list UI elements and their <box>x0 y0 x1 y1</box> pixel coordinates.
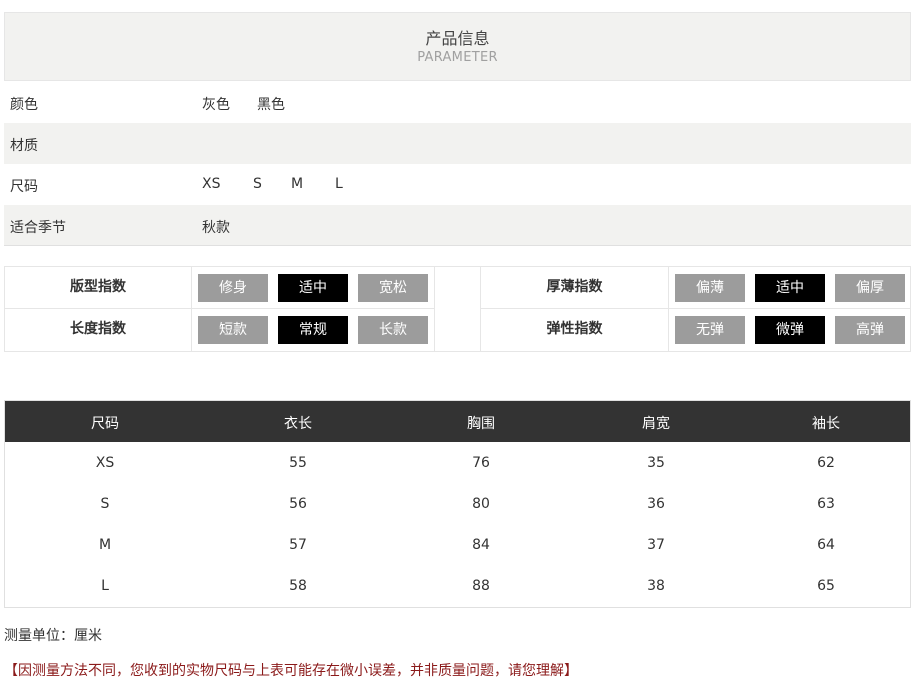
params-header: 产品信息 PARAMETER <box>4 12 911 81</box>
table-cell: 38 <box>647 578 665 594</box>
header-subtitle: PARAMETER <box>417 50 498 65</box>
table-cell: 62 <box>817 455 835 471</box>
divider <box>4 245 911 246</box>
info-values: 秋款 <box>202 217 230 237</box>
index-label: 厚薄指数 <box>480 266 669 309</box>
table-cell: M <box>98 537 112 553</box>
info-label: 适合季节 <box>10 220 66 236</box>
info-label: 尺码 <box>10 179 38 195</box>
info-label: 颜色 <box>10 97 38 113</box>
table-cell: 36 <box>647 496 665 512</box>
info-label: 材质 <box>10 138 38 154</box>
fit-indices-table: 版型指数 长度指数 修身 适中 宽松 短款 常规 长款 厚薄指数 弹性指数 偏薄… <box>4 266 911 352</box>
index-label: 长度指数 <box>4 308 192 352</box>
index-chip: 偏厚 <box>835 274 905 302</box>
table-header-cell: 肩宽 <box>642 416 670 432</box>
table-cell: 84 <box>472 537 490 553</box>
index-label: 弹性指数 <box>480 308 669 352</box>
table-cell: 63 <box>817 496 835 512</box>
table-cell: 88 <box>472 578 490 594</box>
info-value: XS <box>202 176 221 192</box>
info-row-color: 颜色 灰色 黑色 <box>4 82 911 123</box>
info-table: 颜色 灰色 黑色 材质 尺码 XS S M L 适合季节 秋款 <box>4 82 911 246</box>
index-chip: 偏薄 <box>675 274 745 302</box>
info-value: 灰色 <box>202 97 230 113</box>
table-cell: 64 <box>817 537 835 553</box>
index-chip: 宽松 <box>358 274 428 302</box>
info-row-season: 适合季节 秋款 <box>4 205 911 246</box>
index-chip-selected: 适中 <box>278 274 348 302</box>
info-row-material: 材质 <box>4 123 911 164</box>
index-chip: 修身 <box>198 274 268 302</box>
size-chart-table: 尺码 衣长 胸围 肩宽 袖长 XS 55 76 35 62 S 56 80 36… <box>4 400 911 608</box>
info-value: M <box>291 176 304 192</box>
table-cell: 35 <box>647 455 665 471</box>
table-cell: 76 <box>472 455 490 471</box>
table-cell: 58 <box>289 578 307 594</box>
table-row: L 58 88 38 65 <box>5 565 910 606</box>
table-cell: 55 <box>289 455 307 471</box>
table-header-cell: 衣长 <box>284 416 312 432</box>
info-values: 灰色 黑色 <box>202 94 285 114</box>
index-chip: 长款 <box>358 316 428 344</box>
index-options: 短款 常规 长款 <box>191 308 435 352</box>
table-cell: L <box>101 578 109 594</box>
index-chip-selected: 常规 <box>278 316 348 344</box>
table-row: XS 55 76 35 62 <box>5 442 910 483</box>
index-chip: 高弹 <box>835 316 905 344</box>
index-chip: 短款 <box>198 316 268 344</box>
info-value: 秋款 <box>202 220 230 236</box>
measurement-unit-note: 测量单位：厘米 <box>4 628 102 644</box>
table-header-cell: 袖长 <box>812 416 840 432</box>
info-row-size: 尺码 XS S M L <box>4 164 911 205</box>
table-header-cell: 胸围 <box>467 416 495 432</box>
table-cell: XS <box>95 455 115 471</box>
info-value: S <box>253 176 262 192</box>
table-cell: 80 <box>472 496 490 512</box>
table-cell: 65 <box>817 578 835 594</box>
table-header-row: 尺码 衣长 胸围 肩宽 袖长 <box>5 401 910 442</box>
spacer-cell <box>434 266 481 352</box>
header-title: 产品信息 <box>425 29 490 48</box>
index-options: 修身 适中 宽松 <box>191 266 435 309</box>
index-chip: 无弹 <box>675 316 745 344</box>
table-cell: 57 <box>289 537 307 553</box>
index-options: 偏薄 适中 偏厚 <box>668 266 911 309</box>
measurement-disclaimer: 【因测量方法不同，您收到的实物尺码与上表可能存在微小误差，并非质量问题，请您理解… <box>4 663 578 679</box>
table-header-cell: 尺码 <box>91 416 119 432</box>
info-value: 黑色 <box>257 97 285 113</box>
index-label: 版型指数 <box>4 266 192 309</box>
info-values: XS S M L <box>202 176 343 192</box>
table-cell: S <box>100 496 110 512</box>
index-chip-selected: 微弹 <box>755 316 825 344</box>
index-chip-selected: 适中 <box>755 274 825 302</box>
table-row: S 56 80 36 63 <box>5 483 910 524</box>
table-cell: 37 <box>647 537 665 553</box>
table-cell: 56 <box>289 496 307 512</box>
info-value: L <box>335 176 343 192</box>
index-options: 无弹 微弹 高弹 <box>668 308 911 352</box>
table-row: M 57 84 37 64 <box>5 524 910 565</box>
